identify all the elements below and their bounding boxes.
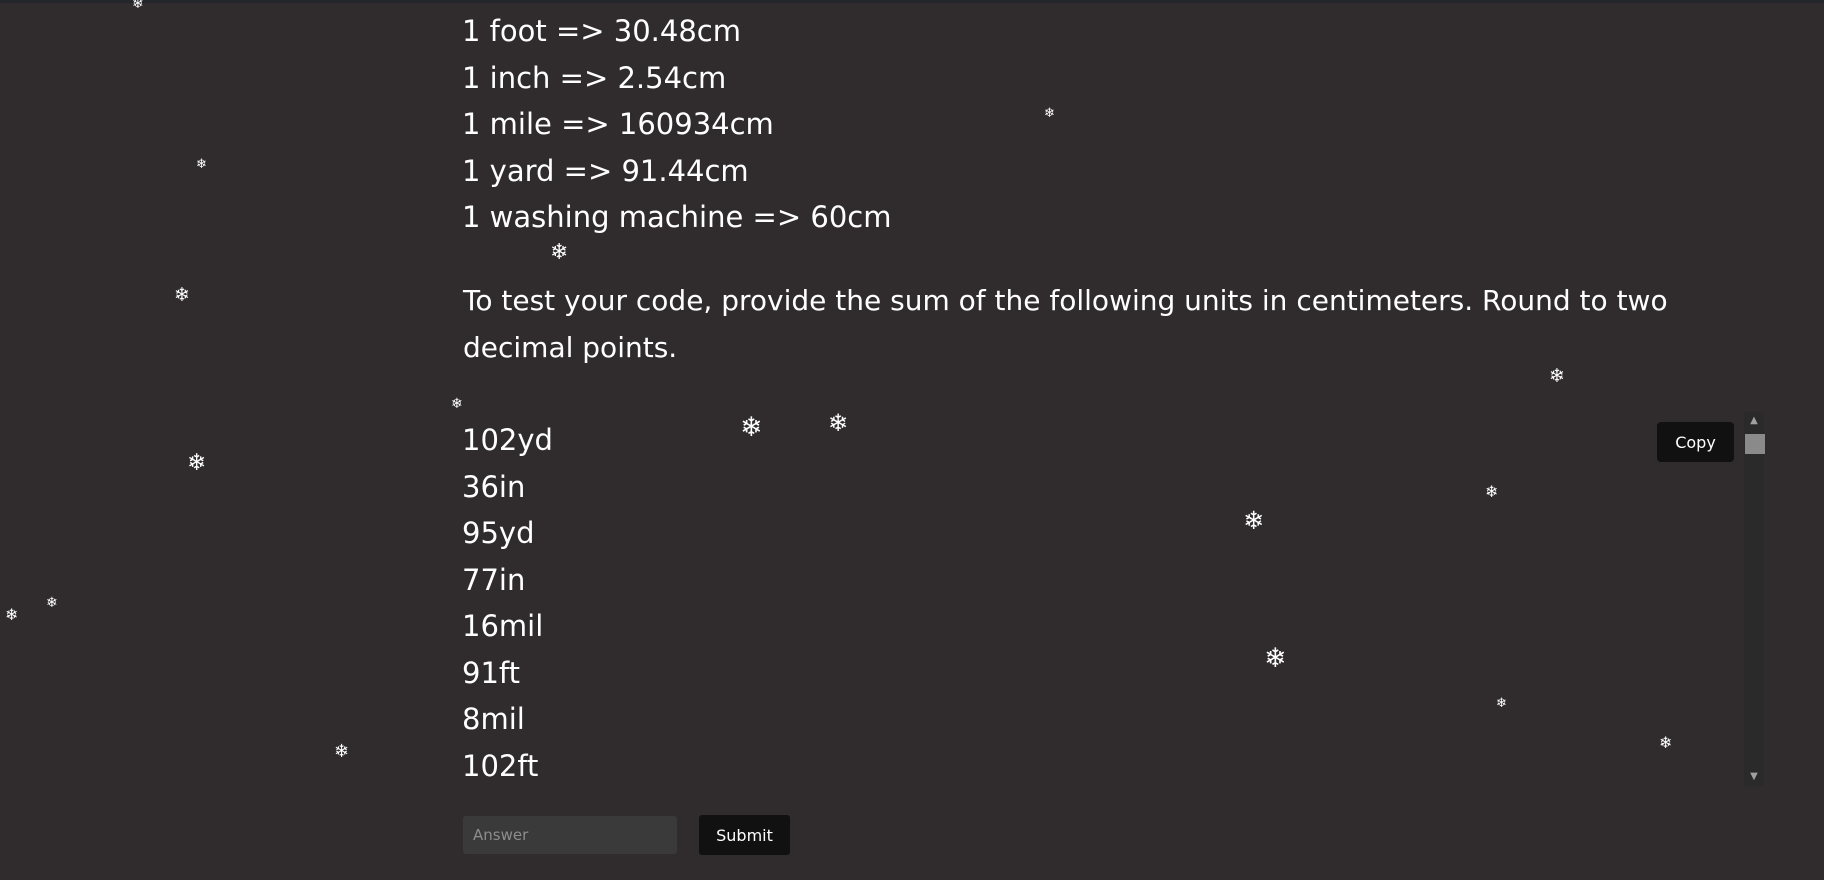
submit-button[interactable]: Submit bbox=[699, 815, 790, 855]
unit-item: 8mil bbox=[462, 702, 525, 736]
task-prompt: To test your code, provide the sum of th… bbox=[463, 284, 1668, 364]
snowflake-icon: ❄ bbox=[451, 396, 463, 412]
conversion-list: 1 foot => 30.48cm 1 inch => 2.54cm 1 mil… bbox=[462, 8, 891, 241]
snowflake-icon: ❄ bbox=[46, 595, 58, 611]
top-divider bbox=[0, 0, 1824, 3]
scroll-up-arrow-icon[interactable]: ▲ bbox=[1744, 414, 1764, 428]
units-code-block: 102yd 36in 95yd 77in 16mil 91ft 8mil 102… bbox=[450, 412, 1766, 786]
snowflake-icon: ❄ bbox=[5, 605, 19, 624]
conversion-item: 1 foot => 30.48cm bbox=[462, 14, 741, 48]
unit-item: 102ft bbox=[462, 748, 539, 783]
snowflake-icon: ❄ bbox=[1044, 106, 1055, 121]
snowflake-icon: ❄ bbox=[550, 240, 569, 265]
unit-item: 16mil bbox=[462, 609, 544, 643]
scroll-thumb[interactable] bbox=[1745, 434, 1765, 454]
copy-button[interactable]: Copy bbox=[1657, 422, 1734, 462]
unit-item: 95yd bbox=[462, 516, 535, 550]
snowflake-icon: ❄ bbox=[187, 450, 207, 476]
scroll-down-arrow-icon[interactable]: ▼ bbox=[1744, 770, 1764, 784]
snowflake-icon: ❄ bbox=[196, 157, 207, 172]
snowflake-icon: ❄ bbox=[334, 741, 350, 762]
conversion-item: 1 washing machine => 60cm bbox=[462, 200, 892, 234]
unit-item: 77in bbox=[462, 562, 526, 597]
unit-item: 102yd bbox=[462, 423, 553, 457]
code-block-scrollbar[interactable]: ▲ ▼ bbox=[1744, 412, 1765, 786]
unit-item: 91ft bbox=[462, 655, 520, 690]
answer-input[interactable] bbox=[463, 816, 677, 854]
conversion-item: 1 yard => 91.44cm bbox=[462, 153, 749, 188]
snowflake-icon: ❄ bbox=[174, 284, 190, 306]
conversion-item: 1 inch => 2.54cm bbox=[462, 60, 727, 95]
unit-list: 102yd 36in 95yd 77in 16mil 91ft 8mil 102… bbox=[462, 417, 553, 786]
unit-item: 36in bbox=[462, 469, 526, 504]
conversion-item: 1 mile => 160934cm bbox=[462, 107, 774, 141]
